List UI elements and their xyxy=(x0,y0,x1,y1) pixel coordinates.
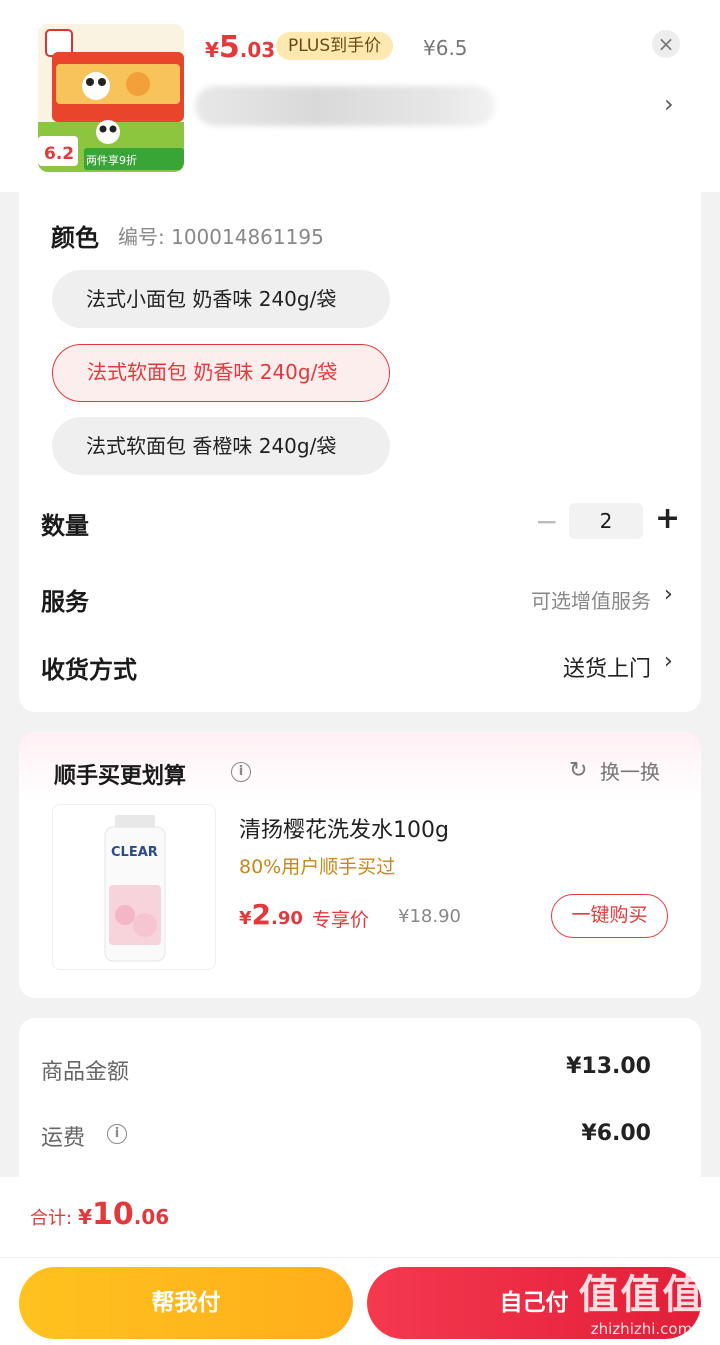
addon-product-image[interactable]: CLEAR xyxy=(52,804,216,970)
addon-price-currency: ¥ xyxy=(239,908,252,929)
addon-product-price: ¥ 2 .90 xyxy=(239,898,303,931)
service-value[interactable]: 可选增值服务 xyxy=(531,585,651,614)
refresh-icon[interactable]: ↻ xyxy=(569,758,587,783)
price-integer: 5 xyxy=(218,30,240,65)
spec-option[interactable]: 法式小面包 奶香味 240g/袋 xyxy=(52,270,390,328)
watermark-text: 值值值 xyxy=(578,1272,705,1318)
addon-price-integer: 2 xyxy=(251,898,272,931)
addon-original-price: ¥18.90 xyxy=(398,906,461,927)
one-click-buy-button[interactable]: 一键购买 xyxy=(551,894,668,938)
delivery-label: 收货方式 xyxy=(41,656,137,684)
total-price: 合计: ¥ 10 .06 xyxy=(30,1197,169,1232)
addon-price-decimal: .90 xyxy=(271,908,303,929)
quantity-decrease-button[interactable]: − xyxy=(535,505,558,538)
blurred-address-bar[interactable] xyxy=(195,86,495,126)
footer-divider xyxy=(0,1257,720,1258)
goods-amount-label: 商品金额 xyxy=(41,1060,130,1085)
total-currency: ¥ xyxy=(78,1205,92,1229)
delivery-value[interactable]: 送货上门 xyxy=(563,651,651,683)
addon-card: 顺手买更划算 i ↻ 换一换 CLEAR 清扬樱花洗发水100g 80%用户顺手… xyxy=(19,732,701,998)
total-label: 合计: xyxy=(30,1208,73,1229)
addon-product-name[interactable]: 清扬樱花洗发水100g xyxy=(239,812,449,844)
shipping-fee-value: ¥6.00 xyxy=(581,1121,651,1146)
addon-title: 顺手买更划算 xyxy=(54,764,187,789)
watermark-url: zhizhizhi.com xyxy=(590,1320,693,1338)
shipping-fee-label: 运费 xyxy=(41,1126,86,1151)
sku-number: 编号: 100014861195 xyxy=(118,225,324,249)
total-integer: 10 xyxy=(92,1197,134,1232)
info-icon[interactable]: i xyxy=(231,762,251,782)
current-price: ¥ 5 .03 xyxy=(205,30,275,66)
product-thumbnail[interactable]: 6.2 两件享9折 xyxy=(38,24,184,172)
plus-price-badge: PLUS到手价 xyxy=(276,32,394,60)
help-me-pay-button[interactable]: 帮我付 xyxy=(19,1267,353,1339)
quantity-increase-button[interactable]: + xyxy=(655,501,680,536)
quantity-label: 数量 xyxy=(41,512,89,540)
bottle-brand-label: CLEAR xyxy=(111,845,158,860)
delivery-chevron-icon[interactable]: › xyxy=(664,649,673,674)
goods-amount-value: ¥13.00 xyxy=(566,1054,651,1079)
refresh-button[interactable]: 换一换 xyxy=(600,756,660,785)
service-label: 服务 xyxy=(41,588,89,616)
thumb-promo-text: 两件享9折 xyxy=(86,154,137,167)
watermark-logo: 值值值 zhizhizhi.com xyxy=(563,1262,720,1345)
shampoo-bottle-image xyxy=(104,815,166,962)
spec-option[interactable]: 法式软面包 香橙味 240g/袋 xyxy=(52,417,390,475)
exclusive-price-label: 专享价 xyxy=(312,909,370,931)
spec-option-selected[interactable]: 法式软面包 奶香味 240g/袋 xyxy=(52,344,390,402)
thumb-price-tag: 6.2 xyxy=(44,144,75,164)
service-chevron-icon[interactable]: › xyxy=(664,582,673,607)
color-section-title: 颜色 xyxy=(51,224,99,252)
addon-product-stat: 80%用户顺手买过 xyxy=(239,856,396,878)
close-button[interactable]: × xyxy=(652,30,680,58)
product-header: 6.2 两件享9折 ¥ 5 .03 PLUS到手价 ¥6.5 × › xyxy=(0,0,720,192)
original-price: ¥6.5 xyxy=(423,36,468,60)
price-currency: ¥ xyxy=(205,38,219,62)
spec-card: 颜色 编号: 100014861195 法式小面包 奶香味 240g/袋 法式软… xyxy=(19,192,701,712)
chevron-right-icon[interactable]: › xyxy=(664,90,674,118)
total-decimal: .06 xyxy=(133,1205,170,1229)
shipping-info-icon[interactable]: i xyxy=(107,1124,127,1144)
quantity-input[interactable]: 2 xyxy=(569,503,643,539)
price-decimal: .03 xyxy=(239,38,276,62)
